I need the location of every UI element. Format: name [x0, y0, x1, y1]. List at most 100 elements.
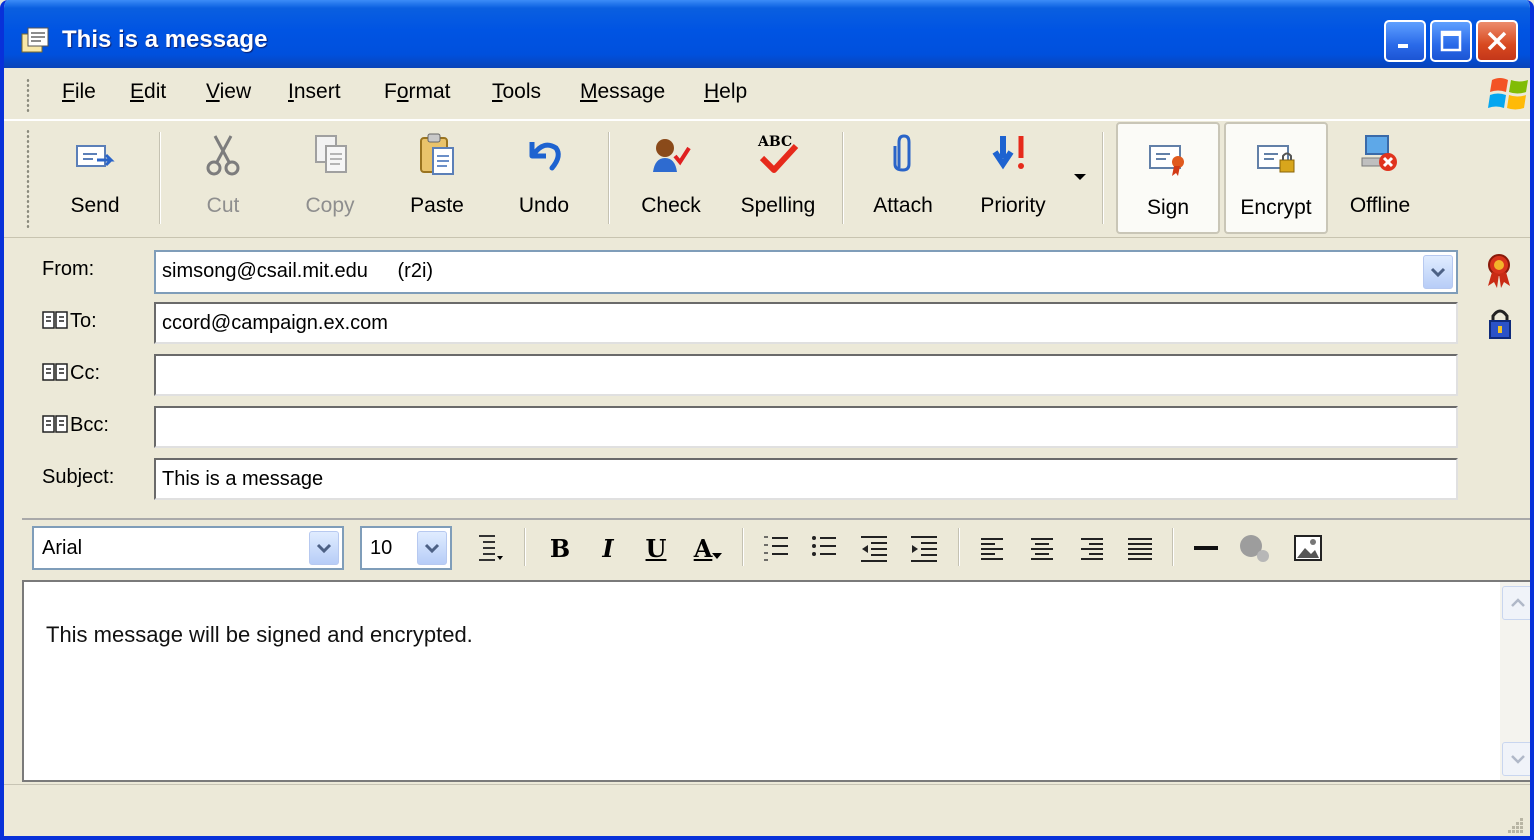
- globe-link-icon: [1240, 535, 1269, 562]
- justify-icon: [1128, 538, 1152, 560]
- decrease-indent-button[interactable]: [854, 530, 894, 566]
- hyperlink-button[interactable]: [1234, 530, 1274, 566]
- message-body[interactable]: This message will be signed and encrypte…: [22, 580, 1530, 782]
- toolbar-grip[interactable]: [26, 129, 30, 229]
- address-book-icon: [42, 415, 68, 433]
- menu-edit[interactable]: Edit: [130, 80, 166, 104]
- cut-button[interactable]: Cut: [180, 122, 266, 234]
- paste-icon: [420, 133, 454, 175]
- cc-label-row[interactable]: Cc:: [42, 362, 100, 385]
- font-color-label: A: [693, 533, 713, 563]
- font-color-button[interactable]: A: [686, 530, 730, 566]
- attach-button[interactable]: Attach: [860, 122, 946, 234]
- paragraph-style-button[interactable]: [470, 530, 510, 566]
- priority-button[interactable]: Priority: [966, 122, 1060, 234]
- bcc-label-row[interactable]: Bcc:: [42, 414, 109, 437]
- encrypt-button[interactable]: Encrypt: [1224, 122, 1328, 234]
- align-left-button[interactable]: [972, 530, 1012, 566]
- menu-message[interactable]: Message: [580, 80, 665, 104]
- bullet-list-button[interactable]: [804, 530, 844, 566]
- menu-format[interactable]: Format: [384, 80, 451, 104]
- sign-icon: [1149, 145, 1184, 176]
- numbered-list-button[interactable]: [756, 530, 796, 566]
- maximize-button[interactable]: [1430, 20, 1472, 62]
- title-bar[interactable]: This is a message: [4, 0, 1530, 68]
- close-button[interactable]: [1476, 20, 1518, 62]
- align-left-icon: [981, 538, 1003, 560]
- menu-view-mnemonic: V: [206, 80, 220, 103]
- spelling-button[interactable]: ABC Spelling: [734, 122, 822, 234]
- from-select[interactable]: simsong@csail.mit.edu (r2i): [154, 250, 1458, 294]
- font-name-select[interactable]: Arial: [32, 526, 344, 570]
- menu-message-rest: essage: [597, 80, 666, 103]
- address-book-icon: [42, 363, 68, 381]
- from-account: simsong@csail.mit.edu: [162, 260, 368, 282]
- check-label: Check: [641, 194, 701, 217]
- horizontal-line-button[interactable]: [1186, 530, 1226, 566]
- toolbar-separator: [608, 132, 610, 224]
- copy-button[interactable]: Copy: [287, 122, 373, 234]
- menu-view[interactable]: View: [206, 80, 251, 104]
- encrypt-label: Encrypt: [1240, 196, 1312, 219]
- menu-tools-mnemonic: T: [492, 80, 503, 103]
- undo-label: Undo: [518, 194, 570, 217]
- encrypt-icon: [1257, 145, 1295, 173]
- insert-picture-button[interactable]: [1288, 530, 1328, 566]
- menu-insert[interactable]: Insert: [288, 80, 341, 104]
- subject-field[interactable]: This is a message: [154, 458, 1458, 500]
- font-size-dropdown-button[interactable]: [417, 531, 447, 565]
- paste-button[interactable]: Paste: [394, 122, 480, 234]
- bcc-field[interactable]: [154, 406, 1458, 448]
- bold-button[interactable]: B: [540, 530, 580, 566]
- vertical-scrollbar[interactable]: [1500, 582, 1530, 780]
- send-button[interactable]: Send: [52, 122, 138, 234]
- from-dropdown-button[interactable]: [1423, 255, 1453, 289]
- cc-field[interactable]: [154, 354, 1458, 396]
- to-field[interactable]: ccord@campaign.ex.com: [154, 302, 1458, 344]
- font-size-value: 10: [370, 537, 393, 559]
- to-label-row[interactable]: To:: [42, 310, 97, 333]
- status-bar: [4, 784, 1530, 836]
- menu-file-mnemonic: F: [62, 80, 75, 103]
- menu-view-rest: iew: [219, 80, 252, 103]
- sign-button[interactable]: Sign: [1116, 122, 1220, 234]
- font-name-dropdown-button[interactable]: [309, 531, 339, 565]
- priority-label: Priority: [980, 194, 1046, 217]
- address-book-icon: [42, 311, 68, 329]
- format-separator: [742, 528, 744, 566]
- justify-button[interactable]: [1120, 530, 1160, 566]
- spelling-icon: ABC: [757, 134, 799, 173]
- scroll-up-button[interactable]: [1502, 586, 1530, 620]
- scroll-down-button[interactable]: [1502, 742, 1530, 776]
- undo-button[interactable]: Undo: [501, 122, 587, 234]
- font-color-dropdown-icon: [712, 553, 723, 559]
- chevron-down-icon: [1511, 755, 1525, 764]
- cc-label: Cc:: [70, 362, 100, 384]
- menu-help[interactable]: Help: [704, 80, 747, 104]
- align-center-icon: [1031, 538, 1053, 560]
- subject-label: Subject:: [42, 466, 115, 488]
- menu-grip[interactable]: [26, 78, 30, 112]
- italic-button[interactable]: I: [588, 530, 628, 566]
- menu-tools[interactable]: Tools: [492, 80, 541, 104]
- align-right-button[interactable]: [1072, 530, 1112, 566]
- menu-message-mnemonic: M: [580, 80, 598, 103]
- increase-indent-button[interactable]: [904, 530, 944, 566]
- underline-button[interactable]: U: [636, 530, 676, 566]
- horizontal-line-icon: [1194, 546, 1218, 550]
- minimize-button[interactable]: [1384, 20, 1426, 62]
- cut-label: Cut: [206, 194, 240, 217]
- check-names-button[interactable]: Check: [628, 122, 714, 234]
- font-size-select[interactable]: 10: [360, 526, 452, 570]
- menu-format-rest: rmat: [408, 80, 451, 103]
- message-body-text: This message will be signed and encrypte…: [46, 622, 473, 647]
- priority-dropdown-icon[interactable]: [1074, 174, 1086, 182]
- align-center-button[interactable]: [1022, 530, 1062, 566]
- menu-file[interactable]: File: [62, 80, 96, 104]
- picture-icon: [1294, 535, 1322, 561]
- resize-grip-icon[interactable]: [1506, 816, 1524, 834]
- offline-button[interactable]: Offline: [1334, 122, 1426, 234]
- menu-help-rest: elp: [719, 80, 748, 103]
- from-account-tag: (r2i): [397, 260, 434, 282]
- send-label: Send: [70, 194, 120, 217]
